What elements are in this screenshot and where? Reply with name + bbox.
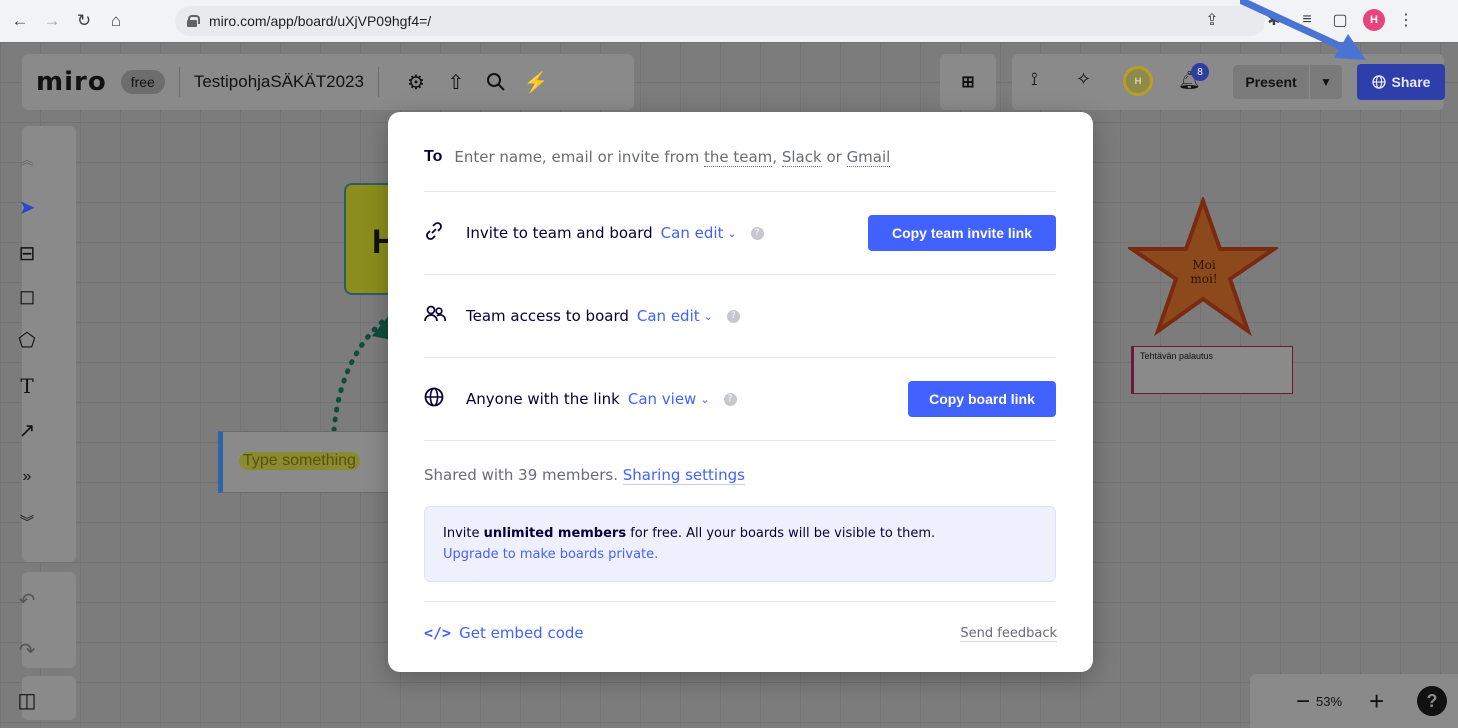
to-label: To bbox=[424, 148, 443, 165]
expand-down-icon[interactable]: ︾ bbox=[0, 512, 54, 532]
team-link[interactable]: the team bbox=[703, 148, 773, 167]
star-label: Moi moi! bbox=[1190, 258, 1218, 286]
embed-code-link[interactable]: </> Get embed code bbox=[424, 624, 584, 642]
shared-summary: Shared with 39 members. Sharing settings bbox=[424, 466, 1056, 485]
divider bbox=[424, 274, 1056, 275]
board-header: miro free TestipohjaSÄKÄT2023 ⚙ ⇧ ⚡ bbox=[22, 54, 634, 110]
card[interactable]: Tehtävän palautus bbox=[1131, 346, 1293, 394]
plan-badge[interactable]: free bbox=[120, 70, 165, 94]
export-icon[interactable]: ⇧ bbox=[439, 65, 473, 99]
more-tools-icon[interactable]: » bbox=[0, 468, 54, 486]
link-icon bbox=[424, 221, 454, 246]
invite-team-label: Invite to team and board bbox=[466, 224, 653, 242]
text-card[interactable]: Type something bbox=[218, 431, 388, 493]
team-access-row: Team access to board Can edit ⌄ ? bbox=[424, 298, 1056, 334]
team-access-label: Team access to board bbox=[466, 307, 629, 325]
divider bbox=[178, 67, 180, 97]
settings-icon[interactable]: ⚙ bbox=[399, 65, 433, 99]
url-text: miro.com/app/board/uXjVP09hgf4=/ bbox=[209, 13, 432, 29]
redo-icon[interactable]: ↷ bbox=[0, 638, 54, 663]
share-dialog: To Enter name, email or invite from the … bbox=[388, 112, 1093, 672]
apps-icon[interactable]: ⊞ bbox=[940, 54, 996, 110]
chevron-down-icon[interactable]: ⌄ bbox=[700, 393, 709, 406]
divider bbox=[424, 357, 1056, 358]
miro-logo[interactable]: miro bbox=[36, 67, 107, 97]
globe-icon bbox=[1371, 75, 1386, 89]
reload-icon[interactable]: ↻ bbox=[72, 9, 96, 33]
present-button[interactable]: Present bbox=[1233, 65, 1309, 99]
templates-icon[interactable]: ⊟ bbox=[0, 241, 54, 266]
help-icon[interactable]: ? bbox=[750, 226, 764, 240]
invite-placeholder: Enter name, email or invite from the tea… bbox=[454, 148, 891, 167]
send-feedback-link[interactable]: Send feedback bbox=[960, 626, 1057, 642]
anyone-label: Anyone with the link bbox=[466, 390, 620, 408]
divider bbox=[424, 440, 1056, 441]
anyone-permission[interactable]: Can view bbox=[628, 390, 696, 408]
anyone-link-row: Anyone with the link Can view ⌄ ? Copy b… bbox=[424, 381, 1056, 417]
invite-team-row: Invite to team and board Can edit ⌄ ? Co… bbox=[424, 215, 1056, 251]
back-icon[interactable]: ← bbox=[8, 9, 32, 33]
shared-count: Shared with 39 members. bbox=[424, 466, 618, 484]
select-icon[interactable]: ➤ bbox=[0, 195, 54, 220]
forward-icon[interactable]: → bbox=[40, 9, 64, 33]
divider bbox=[424, 601, 1056, 602]
frames-panel-icon[interactable]: ◫ bbox=[0, 688, 54, 713]
lock-icon bbox=[187, 15, 200, 27]
copy-board-link-button[interactable]: Copy board link bbox=[908, 381, 1056, 417]
upgrade-link[interactable]: Upgrade to make boards private. bbox=[443, 544, 1037, 565]
copy-team-invite-button[interactable]: Copy team invite link bbox=[868, 215, 1056, 251]
address-bar[interactable]: miro.com/app/board/uXjVP09hgf4=/ bbox=[175, 6, 1265, 36]
share-label: Share bbox=[1391, 74, 1431, 90]
zoom-in-button[interactable]: + bbox=[1369, 686, 1384, 717]
annotation-arrow-icon bbox=[1240, 0, 1366, 60]
help-icon[interactable]: ? bbox=[1417, 686, 1447, 716]
upgrade-info-box: Invite unlimited members for free. All y… bbox=[424, 506, 1056, 582]
connector-icon[interactable]: ↗ bbox=[0, 418, 54, 443]
help-icon[interactable]: ? bbox=[726, 309, 740, 323]
help-icon[interactable]: ? bbox=[723, 392, 737, 406]
sharing-settings-link[interactable]: Sharing settings bbox=[622, 466, 745, 485]
chevron-down-icon[interactable]: ⌄ bbox=[727, 227, 736, 240]
people-icon bbox=[424, 304, 454, 329]
code-icon: </> bbox=[424, 624, 452, 642]
undo-icon[interactable]: ↶ bbox=[0, 588, 54, 613]
chevron-down-icon[interactable]: ⌄ bbox=[704, 310, 713, 323]
notification-badge: 8 bbox=[1191, 63, 1209, 81]
info-text: Invite unlimited members for free. All y… bbox=[443, 526, 936, 541]
chevron-down-icon[interactable]: ▼ bbox=[1310, 65, 1342, 99]
embed-label: Get embed code bbox=[459, 624, 584, 642]
zoom-out-button[interactable]: − bbox=[1296, 688, 1310, 716]
globe-icon bbox=[424, 387, 454, 412]
browser-menu-icon[interactable]: ⋮ bbox=[1394, 8, 1418, 32]
home-icon[interactable]: ⌂ bbox=[104, 9, 128, 33]
zoom-level[interactable]: 53% bbox=[1316, 694, 1342, 709]
sticky-note-icon[interactable]: ◻ bbox=[0, 284, 54, 309]
board-title[interactable]: TestipohjaSÄKÄT2023 bbox=[194, 72, 364, 92]
reactions-icon[interactable]: ⟟ bbox=[1031, 69, 1038, 90]
collapse-up-icon[interactable]: ︽ bbox=[0, 150, 54, 170]
search-icon[interactable] bbox=[479, 65, 513, 99]
team-access-permission[interactable]: Can edit bbox=[637, 307, 700, 325]
divider bbox=[424, 191, 1056, 192]
gmail-link[interactable]: Gmail bbox=[846, 148, 891, 167]
celebrate-icon[interactable]: ✧ bbox=[1076, 69, 1091, 90]
divider bbox=[377, 67, 379, 97]
shapes-icon[interactable]: ⬠ bbox=[0, 328, 54, 353]
plug-icon[interactable]: ⚡ bbox=[519, 65, 553, 99]
avatar[interactable]: H bbox=[1123, 66, 1153, 96]
text-icon[interactable]: T bbox=[0, 374, 54, 398]
invite-input[interactable]: To Enter name, email or invite from the … bbox=[424, 148, 1056, 167]
share-page-icon[interactable]: ⇪ bbox=[1200, 8, 1224, 32]
invite-team-permission[interactable]: Can edit bbox=[661, 224, 724, 242]
slack-link[interactable]: Slack bbox=[781, 148, 822, 167]
